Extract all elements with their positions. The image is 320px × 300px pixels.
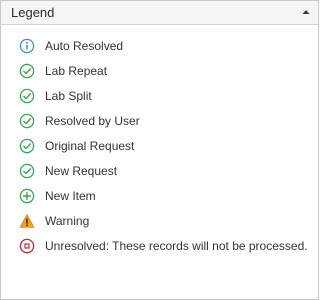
legend-item-label: Unresolved: These records will not be pr… (45, 239, 308, 253)
legend-item-lab-split: Lab Split (1, 84, 318, 109)
legend-panel: Legend Auto Resolved Lab Repeat Lab Spli… (0, 0, 319, 300)
legend-item-label: Lab Repeat (45, 64, 108, 78)
plus-circle-icon (19, 188, 35, 204)
legend-item-new-item: New Item (1, 184, 318, 209)
legend-item-lab-repeat: Lab Repeat (1, 59, 318, 84)
legend-item-original-request: Original Request (1, 134, 318, 159)
legend-item-label: New Item (45, 189, 96, 203)
info-icon (19, 38, 35, 54)
legend-item-unresolved: Unresolved: These records will not be pr… (1, 234, 318, 259)
triangle-up-icon[interactable] (298, 4, 314, 20)
check-circle-icon (19, 163, 35, 179)
legend-item-resolved-by-user: Resolved by User (1, 109, 318, 134)
check-circle-icon (19, 138, 35, 154)
legend-item-warning: Warning (1, 209, 318, 234)
check-circle-icon (19, 88, 35, 104)
warning-triangle-icon (19, 213, 35, 229)
legend-header: Legend (1, 1, 318, 25)
legend-item-label: Warning (45, 214, 90, 228)
legend-item-auto-resolved: Auto Resolved (1, 34, 318, 59)
check-circle-icon (19, 63, 35, 79)
legend-list: Auto Resolved Lab Repeat Lab Split Resol… (1, 34, 318, 259)
legend-title: Legend (11, 5, 55, 20)
legend-item-new-request: New Request (1, 159, 318, 184)
legend-item-label: Auto Resolved (45, 39, 124, 53)
stop-circle-icon (19, 238, 35, 254)
legend-item-label: Resolved by User (45, 114, 140, 128)
legend-item-label: Original Request (45, 139, 135, 153)
check-circle-icon (19, 113, 35, 129)
legend-item-label: Lab Split (45, 89, 92, 103)
legend-item-label: New Request (45, 164, 118, 178)
